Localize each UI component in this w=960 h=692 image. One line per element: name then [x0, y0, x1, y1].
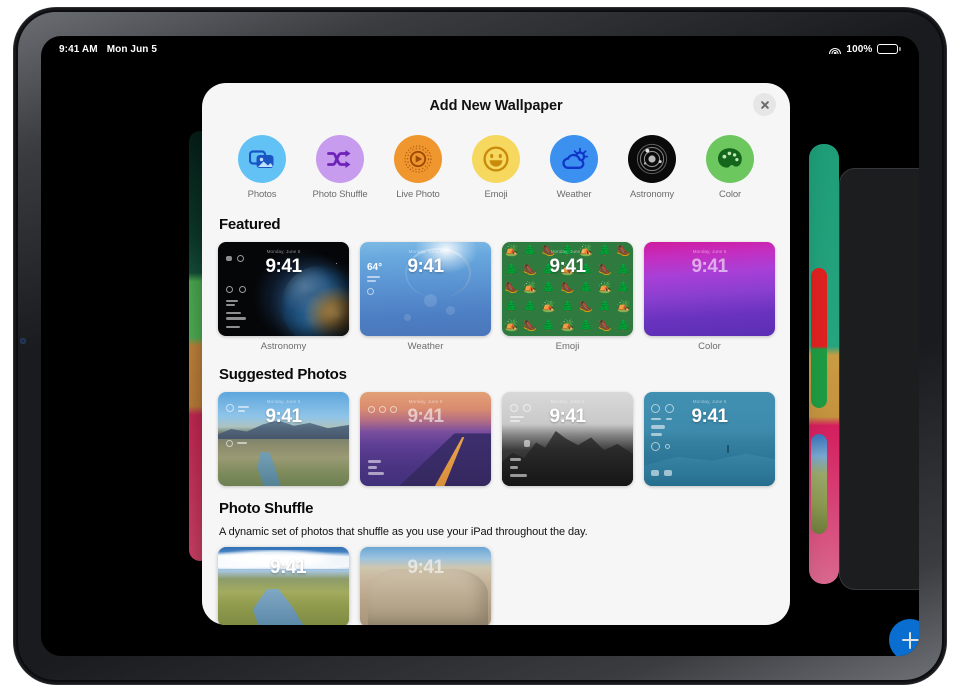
thumbnail-caption: Emoji	[555, 341, 580, 352]
close-button[interactable]	[753, 93, 776, 116]
lock-date: Monday, June 5	[550, 249, 585, 254]
lock-date: Monday, June 5	[266, 249, 301, 254]
lock-time: 9:41	[691, 256, 728, 277]
category-astronomy[interactable]: Astronomy	[619, 135, 685, 200]
thumbnail-preview[interactable]: Monday, June 5 9:41	[218, 392, 349, 486]
thumbnail-preview[interactable]: 9:41	[360, 547, 491, 625]
category-label: Astronomy	[629, 189, 675, 200]
lock-time: 9:41	[691, 406, 728, 427]
ipad-device-frame: 9:41 AM Mon Jun 5 100% Add New Wallpaper…	[14, 8, 946, 684]
wallpaper-option-color[interactable]: Monday, June 5 9:41 Color	[644, 242, 775, 352]
sheet-body: Featured Monday, June 5 9:41 Astronomy 6…	[202, 216, 790, 625]
lock-date: Monday, June 5	[408, 399, 443, 404]
background-wallpaper-strip-secondary[interactable]	[811, 268, 827, 408]
shuffle-icon	[316, 135, 364, 183]
lock-date: Monday, June 5	[692, 249, 727, 254]
background-empty-wallpaper-card[interactable]	[839, 168, 919, 590]
page-title: Add New Wallpaper	[429, 98, 563, 114]
wallpaper-option-weather[interactable]: 64° Monday, June 5 9:41 Weather	[360, 242, 491, 352]
category-color[interactable]: Color	[697, 135, 763, 200]
lock-time: 9:41	[549, 256, 586, 277]
astronomy-orbit-icon	[628, 135, 676, 183]
lock-date: Monday, June 5	[266, 399, 301, 404]
lock-date: Monday, June 5	[550, 399, 585, 404]
lock-time: 9:41	[407, 256, 444, 277]
category-label: Live Photo	[396, 189, 440, 200]
category-label: Photos	[247, 189, 277, 200]
front-camera	[20, 338, 26, 344]
wallpaper-option-astronomy[interactable]: Monday, June 5 9:41 Astronomy	[218, 242, 349, 352]
suggested-photo-option[interactable]: Monday, June 5 9:41	[644, 392, 775, 486]
thumbnail-preview[interactable]: Monday, June 5 9:41	[644, 242, 775, 336]
close-icon	[760, 100, 770, 110]
section-heading-photo-shuffle: Photo Shuffle	[219, 500, 314, 517]
background-wallpaper-strip-photo[interactable]	[811, 434, 827, 534]
sheet-header: Add New Wallpaper	[202, 83, 790, 129]
lock-date: Monday, June 5	[692, 399, 727, 404]
category-live-photo[interactable]: Live Photo	[385, 135, 451, 200]
thumbnail-preview[interactable]: Monday, June 5 9:41	[218, 242, 349, 336]
thumbnail-preview[interactable]: Monday, June 5 9:41	[644, 392, 775, 486]
thumbnail-preview[interactable]: 64° Monday, June 5 9:41	[360, 242, 491, 336]
lock-time: 9:41	[549, 406, 586, 427]
thumbnail-preview[interactable]: 🏕️ 🌲 🥾 🌲 🏕️ 🌲 🥾 🌲 🥾 🌲 🏕️ 🌲 🥾 🌲 🥾 🏕️ 🌲 🥾 🌲 🏕️ 🌲 🌲 🌲 🏕️ 🌲 🥾 🌲 🏕️ 🏕…	[502, 242, 633, 336]
suggested-photo-option[interactable]: Monday, June 5 9:41	[502, 392, 633, 486]
category-label: Weather	[556, 189, 592, 200]
add-wallpaper-fab-button[interactable]	[889, 619, 919, 656]
category-photo-shuffle[interactable]: Photo Shuffle	[307, 135, 373, 200]
lock-time: 9:41	[265, 406, 302, 427]
suggested-photo-option[interactable]: Monday, June 5 9:41	[360, 392, 491, 486]
section-heading-suggested-photos: Suggested Photos	[219, 366, 347, 383]
category-photos[interactable]: Photos	[229, 135, 295, 200]
live-photo-icon	[394, 135, 442, 183]
category-weather[interactable]: Weather	[541, 135, 607, 200]
lock-time: 9:41	[265, 256, 302, 277]
thumbnail-caption: Color	[698, 341, 721, 352]
category-row: Photos Photo Shuffle Live Photo Emoji We…	[202, 129, 790, 210]
category-label: Emoji	[484, 189, 508, 200]
device-screen: 9:41 AM Mon Jun 5 100% Add New Wallpaper…	[41, 36, 919, 656]
photo-shuffle-description: A dynamic set of photos that shuffle as …	[219, 526, 588, 538]
featured-thumbnail-row: Monday, June 5 9:41 Astronomy 64° Monday…	[218, 242, 775, 352]
thumbnail-caption: Astronomy	[260, 341, 307, 352]
category-label: Color	[719, 189, 741, 200]
lock-time: 9:41	[407, 406, 444, 427]
suggested-photos-row: Monday, June 5 9:41 Monday, June 5 9:41 …	[218, 392, 775, 486]
photo-shuffle-option[interactable]: 9:41	[218, 547, 349, 625]
lock-time: 9:41	[407, 557, 444, 578]
section-heading-featured: Featured	[219, 216, 281, 233]
thumbnail-preview[interactable]: 9:41	[218, 547, 349, 625]
thumbnail-preview[interactable]: Monday, June 5 9:41	[502, 392, 633, 486]
color-palette-icon	[706, 135, 754, 183]
photo-shuffle-option[interactable]: 9:41	[360, 547, 491, 625]
lock-time: 9:41	[270, 557, 307, 578]
plus-icon	[901, 631, 919, 649]
thumbnail-preview[interactable]: Monday, June 5 9:41	[360, 392, 491, 486]
suggested-photo-option[interactable]: Monday, June 5 9:41	[218, 392, 349, 486]
photos-icon	[238, 135, 286, 183]
weather-cloud-sun-icon	[550, 135, 598, 183]
thumbnail-caption: Weather	[407, 341, 444, 352]
photo-shuffle-row: 9:41 9:41	[218, 547, 774, 625]
category-label: Photo Shuffle	[312, 189, 368, 200]
category-emoji[interactable]: Emoji	[463, 135, 529, 200]
emoji-smiley-icon	[472, 135, 520, 183]
lock-date: Monday, June 5	[408, 249, 443, 254]
wallpaper-option-emoji[interactable]: 🏕️ 🌲 🥾 🌲 🏕️ 🌲 🥾 🌲 🥾 🌲 🏕️ 🌲 🥾 🌲 🥾 🏕️ 🌲 🥾 🌲 🏕️ 🌲 🌲 🌲 🏕️ 🌲 🥾 🌲 🏕️ 🏕…	[502, 242, 633, 352]
add-new-wallpaper-sheet: Add New Wallpaper Photos Photo Shuffle L…	[202, 83, 790, 625]
